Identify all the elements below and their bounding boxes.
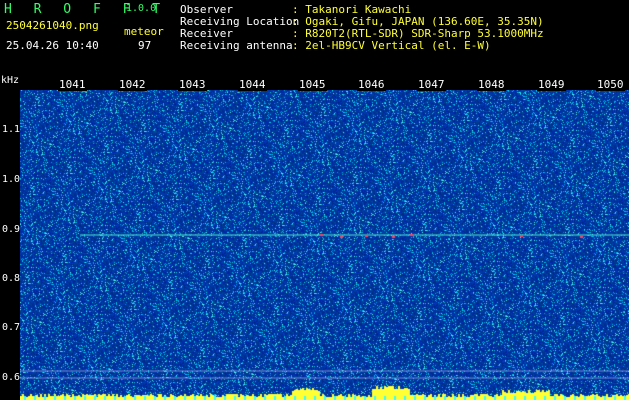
info-value-antenna: : 2el-HB9CV Vertical (el. E-W) xyxy=(292,39,491,52)
x-tick-label: 1046 xyxy=(357,78,386,91)
spectrogram-area xyxy=(0,78,629,400)
info-values: : Takanori Kawachi : Ogaki, Gifu, JAPAN … xyxy=(292,4,544,52)
x-tick-label: 1048 xyxy=(477,78,506,91)
x-tick-label: 1043 xyxy=(178,78,207,91)
y-tick-label: 0.6 xyxy=(2,372,21,383)
header-panel: H R O F F T 1.0.0 2504261040.png 25.04.2… xyxy=(0,0,629,78)
x-tick-label: 1044 xyxy=(238,78,267,91)
y-tick-label: 0.7 xyxy=(2,322,21,333)
app-version: 1.0.0 xyxy=(126,3,157,14)
frequency-axis: 1041 1042 1043 1044 1045 1046 1047 1048 … xyxy=(0,78,629,92)
x-tick-label: 1041 xyxy=(58,78,87,91)
file-name: 2504261040.png xyxy=(6,19,99,32)
y-tick-label: 0.9 xyxy=(2,224,21,235)
x-tick-label: 1047 xyxy=(417,78,446,91)
y-tick-label: 0.8 xyxy=(2,273,21,284)
x-tick-label: 1049 xyxy=(537,78,566,91)
y-tick-label: 1.0 xyxy=(2,174,21,185)
detection-count: 97 xyxy=(138,39,152,52)
unit-label: kHz xyxy=(1,75,20,86)
info-label-antenna: Receiving antenna xyxy=(180,39,293,52)
spectrogram-canvas xyxy=(20,90,629,400)
info-labels: Observer Receiving Location Receiver Rec… xyxy=(180,4,299,52)
x-tick-label: 1045 xyxy=(298,78,327,91)
detection-label: meteor xyxy=(124,25,164,38)
y-tick-label: 1.1 xyxy=(2,124,21,135)
x-tick-label: 1050 xyxy=(596,78,625,91)
x-tick-label: 1042 xyxy=(118,78,147,91)
file-datetime: 25.04.26 10:40 xyxy=(6,39,99,52)
